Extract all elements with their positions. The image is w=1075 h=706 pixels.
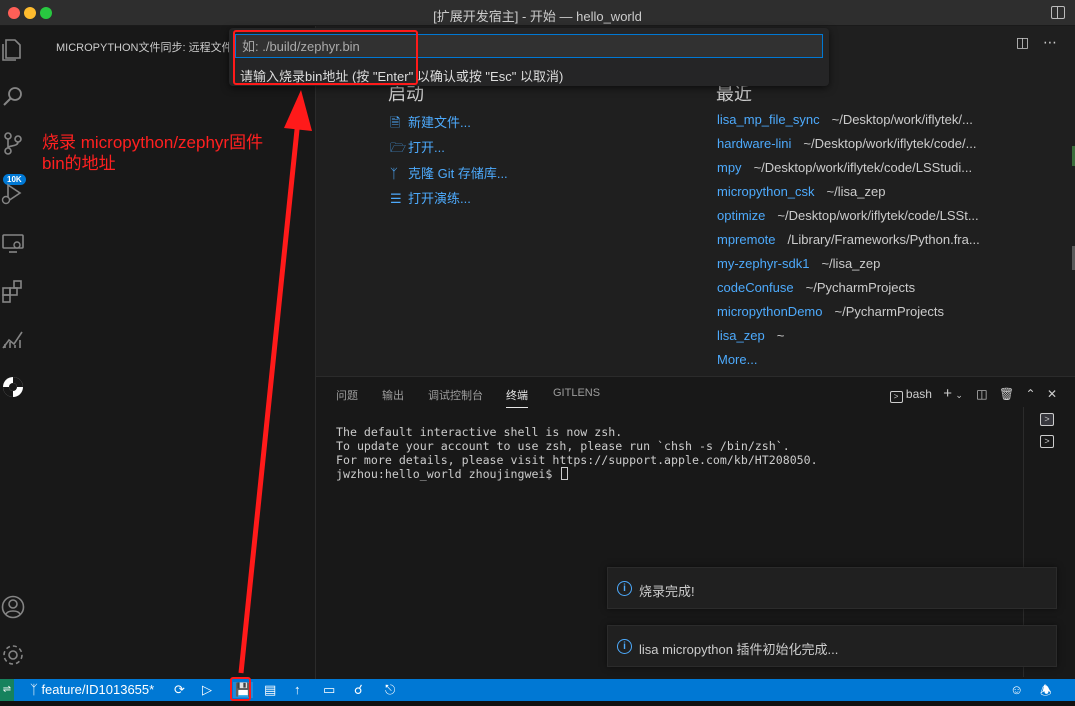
archive-icon[interactable]: ▤ bbox=[264, 682, 276, 698]
start-clone-git[interactable]: ᛉ 克隆 Git 存储库... bbox=[390, 163, 508, 182]
git-clone-icon: ᛉ bbox=[390, 166, 398, 181]
recent-item[interactable]: lisa_zep ~ bbox=[717, 328, 784, 343]
notification-message: 烧录完成! bbox=[639, 584, 695, 599]
layout-toggle-icon[interactable] bbox=[1051, 6, 1065, 19]
account-icon[interactable] bbox=[0, 594, 26, 620]
monitor-icon[interactable]: ▭ bbox=[323, 682, 335, 698]
plug-icon[interactable]: ⎋ bbox=[385, 682, 395, 698]
terminal-tab-icon[interactable]: > bbox=[1040, 435, 1054, 448]
maximize-panel-icon[interactable]: ⌃ bbox=[1026, 387, 1036, 401]
status-bar: ⇌ ᛉ feature/ID1013655* ⟳ ▷ 💾 ▤ ↑ ▭ ☌ ⎋ ☺… bbox=[0, 679, 1075, 701]
shell-label[interactable]: bash bbox=[906, 387, 932, 401]
tab-debug-console[interactable]: 调试控制台 bbox=[428, 387, 483, 403]
remote-explorer-icon[interactable] bbox=[0, 230, 26, 256]
start-open[interactable]: 🗁 打开... bbox=[390, 137, 445, 161]
recent-item[interactable]: hardware-lini ~/Desktop/work/iflytek/code… bbox=[717, 136, 976, 151]
more-actions-icon[interactable]: ⋯ bbox=[1043, 34, 1057, 50]
close-panel-icon[interactable]: ✕ bbox=[1047, 387, 1057, 401]
start-new-file[interactable]: 🗎 新建文件... bbox=[390, 112, 471, 136]
feedback-icon[interactable]: ☺ bbox=[1010, 682, 1023, 697]
start-walkthrough[interactable]: ☰ 打开演练... bbox=[390, 188, 471, 207]
tab-output[interactable]: 输出 bbox=[382, 387, 404, 403]
sync-icon[interactable]: ⟳ bbox=[174, 682, 185, 698]
tab-problems[interactable]: 问题 bbox=[336, 387, 358, 403]
recent-item[interactable]: my-zephyr-sdk1 ~/lisa_zep bbox=[717, 256, 880, 271]
terminal-line: For more details, please visit https://s… bbox=[336, 453, 818, 467]
terminal-icon: > bbox=[889, 391, 903, 403]
source-control-icon[interactable] bbox=[0, 130, 26, 156]
terminal-tab-icon[interactable]: > bbox=[1040, 413, 1054, 426]
git-branch-icon: ᛉ bbox=[30, 682, 38, 697]
recent-more-link[interactable]: More... bbox=[717, 352, 757, 367]
sidebar-title: MICROPYTHON文件同步: 远程文件 bbox=[56, 42, 233, 54]
extensions-icon[interactable] bbox=[0, 278, 26, 304]
terminal-cursor bbox=[561, 467, 569, 480]
terminal-line: To update your account to use zsh, pleas… bbox=[336, 439, 790, 453]
add-terminal-icon[interactable]: + bbox=[943, 385, 952, 402]
walkthrough-icon: ☰ bbox=[390, 191, 402, 206]
sidebar: MICROPYTHON文件同步: 远程文件 bbox=[36, 26, 316, 679]
chevron-down-icon[interactable]: ⌄ bbox=[955, 390, 963, 400]
info-icon: i bbox=[617, 639, 632, 654]
annotation-box-statusbar bbox=[230, 677, 251, 701]
trash-icon[interactable]: 🗑 bbox=[999, 387, 1014, 401]
annotation-text: 烧录 micropython/zephyr固件 bin的地址 bbox=[42, 132, 263, 174]
tab-terminal[interactable]: 终端 bbox=[506, 387, 528, 408]
notification-toast[interactable]: i 烧录完成! bbox=[607, 567, 1057, 609]
recent-item[interactable]: optimize ~/Desktop/work/iflytek/code/LSSt… bbox=[717, 208, 979, 223]
tab-gitlens[interactable]: GITLENS bbox=[553, 387, 600, 399]
recent-item[interactable]: codeConfuse ~/PycharmProjects bbox=[717, 280, 915, 295]
charts-icon[interactable] bbox=[0, 326, 26, 352]
editor-actions: ◫ ⋯ bbox=[1016, 34, 1057, 51]
upload-icon[interactable]: ↑ bbox=[294, 682, 301, 697]
recent-item[interactable]: micropython_csk ~/lisa_zep bbox=[717, 184, 885, 199]
split-terminal-icon[interactable]: ◫ bbox=[976, 387, 987, 401]
window-title: [扩展开发宿主] - 开始 — hello_world bbox=[433, 9, 642, 24]
new-file-icon: 🗎 bbox=[390, 115, 401, 130]
notification-toast[interactable]: i lisa micropython 插件初始化完成... bbox=[607, 625, 1057, 667]
terminal-line: The default interactive shell is now zsh… bbox=[336, 425, 623, 439]
title-bar: [扩展开发宿主] - 开始 — hello_world bbox=[0, 0, 1075, 26]
terminal-output[interactable]: The default interactive shell is now zsh… bbox=[336, 425, 818, 481]
recent-item[interactable]: micropythonDemo ~/PycharmProjects bbox=[717, 304, 944, 319]
recent-item[interactable]: lisa_mp_file_sync ~/Desktop/work/iflytek/… bbox=[717, 112, 973, 127]
split-editor-icon[interactable]: ◫ bbox=[1016, 34, 1029, 50]
annotation-line: bin的地址 bbox=[42, 154, 116, 173]
activity-bar: 10K bbox=[0, 26, 36, 679]
search-icon[interactable] bbox=[0, 84, 26, 110]
files-icon[interactable] bbox=[0, 36, 26, 62]
folder-open-icon: 🗁 bbox=[390, 140, 407, 155]
info-icon: i bbox=[617, 581, 632, 596]
branch-label: feature/ID1013655* bbox=[41, 682, 155, 697]
git-branch[interactable]: ᛉ feature/ID1013655* bbox=[30, 682, 154, 697]
recent-item[interactable]: mpremote/Library/Frameworks/Python.fra..… bbox=[717, 232, 980, 247]
run-icon[interactable]: ▷ bbox=[202, 682, 212, 698]
annotation-box-input bbox=[233, 30, 418, 85]
settings-gear-icon[interactable] bbox=[0, 642, 26, 668]
annotation-line: 烧录 micropython/zephyr固件 bbox=[42, 133, 264, 152]
remote-indicator-icon[interactable]: ⇌ bbox=[0, 679, 14, 701]
micropython-icon[interactable] bbox=[0, 374, 26, 400]
notification-message: lisa micropython 插件初始化完成... bbox=[639, 642, 839, 657]
connect-icon[interactable]: ☌ bbox=[354, 682, 363, 698]
window-bottom-edge bbox=[0, 701, 1075, 706]
panel-toolbar: > bash + ⌄ ◫ 🗑 ⌃ ✕ bbox=[889, 385, 1057, 403]
terminal-prompt: jwzhou:hello_world zhoujingwei$ bbox=[336, 467, 560, 481]
recent-item[interactable]: mpy ~/Desktop/work/iflytek/code/LSStudi..… bbox=[717, 160, 972, 175]
run-debug-icon[interactable] bbox=[0, 180, 26, 206]
